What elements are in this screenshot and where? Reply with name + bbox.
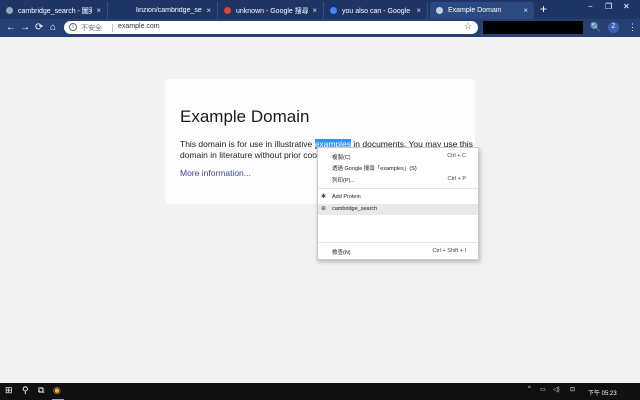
back-icon[interactable]: ← <box>6 22 16 34</box>
close-icon[interactable]: × <box>312 6 317 15</box>
tab-you-also-can-google-search[interactable]: you also can - Google 搜尋 × <box>324 2 428 19</box>
menu-separator <box>318 242 478 243</box>
menu-item-label: cambridge_search <box>332 206 378 212</box>
menu-item-cambridge-search[interactable]: ⊕ cambridge_search <box>318 204 478 215</box>
url-text[interactable]: example.com <box>118 23 160 30</box>
menu-item-add-protein[interactable]: ✱ Add Protein <box>318 192 478 203</box>
tab-strip: cambridge_search - 圖案匯出 × linzion/cambri… <box>0 0 640 19</box>
menu-item-label: Add Protein <box>332 194 361 200</box>
close-icon[interactable]: × <box>416 6 421 15</box>
redacted-extension-area <box>483 21 583 34</box>
windows-taskbar: ⊞ ⚲ ⧉ ◉ ^ ▭ ◁) ⊡ 下午 05:23 <box>0 383 640 400</box>
menu-item-label: 列印(P)... <box>332 178 355 184</box>
start-icon[interactable]: ⊞ <box>5 385 13 396</box>
omnibox-divider <box>112 24 113 32</box>
task-view-icon[interactable]: ⧉ <box>38 385 44 396</box>
menu-item-label: 透過 Google 搜尋「examples」(S) <box>332 166 417 172</box>
tab-unknown-google-search[interactable]: unknown - Google 搜尋 × <box>218 2 324 19</box>
google-icon <box>224 7 231 14</box>
menu-separator <box>318 188 478 189</box>
menu-item-copy[interactable]: 複製(C) Ctrl + C <box>318 151 478 162</box>
puzzle-icon: ✱ <box>321 194 327 200</box>
tab-title: linzion/cambridge_search_d <box>136 7 202 14</box>
search-icon[interactable]: ⚲ <box>22 385 29 396</box>
tab-title: cambridge_search - 圖案匯出 <box>18 7 92 15</box>
close-icon[interactable]: × <box>523 6 528 15</box>
bookmark-star-icon[interactable]: ☆ <box>464 21 472 32</box>
menu-icon[interactable]: ⋮ <box>628 22 637 33</box>
menu-item-shortcut: Ctrl + Shift + I <box>432 248 466 254</box>
home-icon[interactable]: ⌂ <box>50 22 56 34</box>
input-method-icon[interactable]: ⊡ <box>570 386 575 393</box>
menu-item-label: 檢查(N) <box>332 250 351 256</box>
search-extension-icon[interactable]: 🔍 <box>590 22 601 33</box>
menu-item-shortcut: Ctrl + P <box>447 176 467 182</box>
new-tab-button[interactable]: + <box>540 2 547 16</box>
clock[interactable]: 下午 05:23 <box>588 388 617 397</box>
close-icon[interactable]: × <box>206 6 211 15</box>
menu-item-label: 複製(C) <box>332 155 351 161</box>
search-icon: ⊕ <box>321 206 327 212</box>
page-title: Example Domain <box>180 107 310 126</box>
menu-item-inspect[interactable]: 檢查(N) Ctrl + Shift + I <box>318 246 478 257</box>
menu-item-shortcut: Ctrl + C <box>447 153 466 159</box>
tab-title: Example Domain <box>448 7 502 14</box>
tab-title: you also can - Google 搜尋 <box>342 7 412 15</box>
context-menu: 複製(C) Ctrl + C 透過 Google 搜尋「examples」(S)… <box>317 147 479 260</box>
tray-overflow-icon[interactable]: ^ <box>528 386 531 392</box>
info-icon[interactable]: i <box>69 23 77 31</box>
reload-icon[interactable]: ⟳ <box>35 22 43 34</box>
volume-icon[interactable]: ◁) <box>553 386 560 393</box>
tab-example-domain[interactable]: Example Domain × <box>430 2 534 19</box>
tab-title: unknown - Google 搜尋 <box>236 7 309 15</box>
menu-item-search-google[interactable]: 透過 Google 搜尋「examples」(S) <box>318 162 478 173</box>
chrome-taskbar-button[interactable]: ◉ <box>52 383 64 400</box>
not-secure-label[interactable]: 不安全 <box>81 23 102 33</box>
forward-icon[interactable]: → <box>20 22 30 34</box>
close-icon[interactable]: × <box>96 6 101 15</box>
paragraph-line-2: domain in literature without prior coord <box>180 150 325 160</box>
chrome-icon: ◉ <box>53 385 61 395</box>
more-information-link[interactable]: More information... <box>180 168 251 178</box>
profile-avatar[interactable]: Z <box>608 22 619 33</box>
tab-linzion[interactable]: linzion/cambridge_search_d × <box>110 2 218 19</box>
text-before-selection: This domain is for use in illustrative <box>180 139 315 149</box>
address-bar[interactable]: i 不安全 example.com ☆ <box>64 21 478 34</box>
google-icon <box>330 7 337 14</box>
minimize-icon[interactable]: − <box>588 2 593 11</box>
globe-icon <box>436 7 443 14</box>
menu-item-print[interactable]: 列印(P)... Ctrl + P <box>318 174 478 185</box>
favicon-icon <box>6 7 13 14</box>
tab-cambridge-search[interactable]: cambridge_search - 圖案匯出 × <box>0 2 108 19</box>
battery-icon[interactable]: ▭ <box>540 386 546 393</box>
maximize-icon[interactable]: ❐ <box>605 2 612 11</box>
close-window-icon[interactable]: ✕ <box>623 2 630 11</box>
